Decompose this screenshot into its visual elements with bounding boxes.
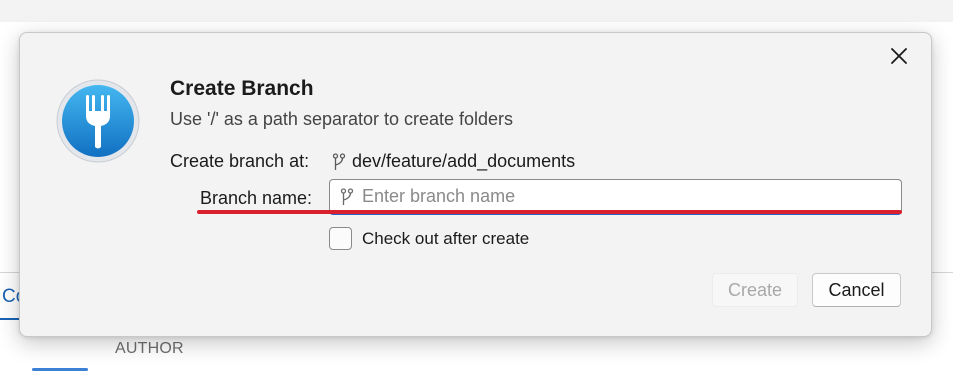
create-at-value: dev/feature/add_documents: [332, 151, 575, 172]
dialog-title: Create Branch: [170, 77, 314, 100]
create-branch-dialog: Create Branch Use '/' as a path separato…: [19, 32, 932, 337]
app-fork-logo: [56, 79, 140, 163]
checkout-option[interactable]: Check out after create: [329, 227, 529, 250]
create-at-branch-text: dev/feature/add_documents: [352, 151, 576, 171]
annotation-underline: [197, 210, 902, 214]
branch-name-label: Branch name:: [200, 188, 313, 208]
branch-icon: [340, 187, 354, 205]
checkout-label[interactable]: Check out after create: [362, 229, 529, 249]
close-button[interactable]: [886, 43, 912, 69]
close-icon: [891, 48, 907, 64]
create-at-label: Create branch at:: [170, 151, 310, 171]
branch-icon: [332, 152, 346, 170]
dialog-subtitle: Use '/' as a path separator to create fo…: [170, 109, 514, 129]
checkout-checkbox[interactable]: [329, 227, 352, 250]
column-header-author: AUTHOR: [115, 340, 184, 357]
background-toolbar: [0, 0, 953, 22]
cancel-button[interactable]: Cancel: [812, 273, 901, 307]
branch-name-input[interactable]: [362, 186, 882, 207]
create-button[interactable]: Create: [712, 273, 798, 307]
